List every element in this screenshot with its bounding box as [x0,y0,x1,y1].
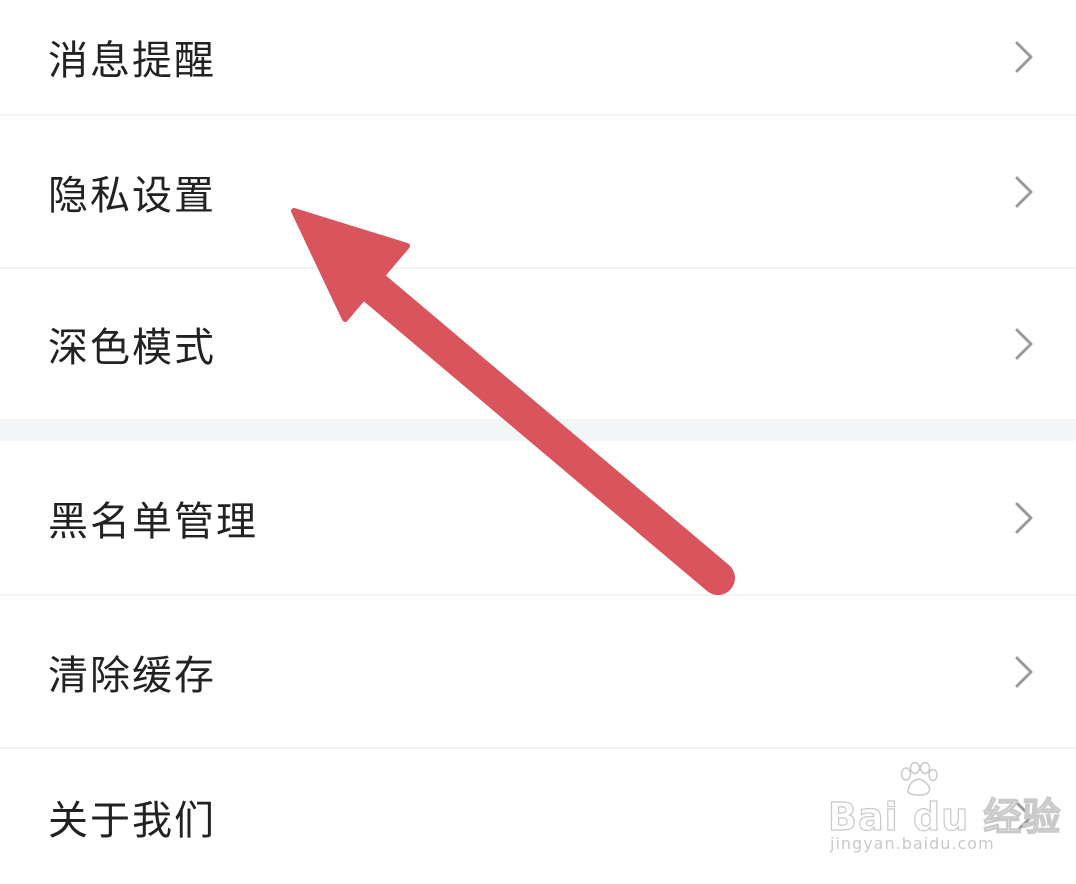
settings-item-about-us[interactable]: 关于我们 [0,749,1076,884]
settings-item-message-reminder[interactable]: 消息提醒 [0,0,1076,114]
settings-item-label: 黑名单管理 [48,498,258,545]
settings-item-label: 消息提醒 [48,38,216,84]
settings-page: 消息提醒 隐私设置 深色模式 黑名单管理 清除缓存 关于我们 Bai du 经验… [0,0,1076,884]
chevron-right-icon [1015,328,1033,360]
settings-item-blacklist[interactable]: 黑名单管理 [0,441,1076,594]
settings-item-clear-cache[interactable]: 清除缓存 [0,596,1076,747]
settings-item-label: 关于我们 [48,797,216,844]
settings-item-label: 深色模式 [48,325,216,371]
chevron-right-icon [1015,41,1033,73]
chevron-right-icon [1015,801,1033,832]
settings-item-label: 隐私设置 [48,172,216,219]
settings-item-label: 清除缓存 [48,652,216,699]
chevron-right-icon [1015,176,1033,207]
chevron-right-icon [1015,656,1033,687]
section-separator [0,419,1076,441]
settings-item-dark-mode[interactable]: 深色模式 [0,269,1076,419]
chevron-right-icon [1015,502,1033,533]
settings-item-privacy[interactable]: 隐私设置 [0,116,1076,267]
